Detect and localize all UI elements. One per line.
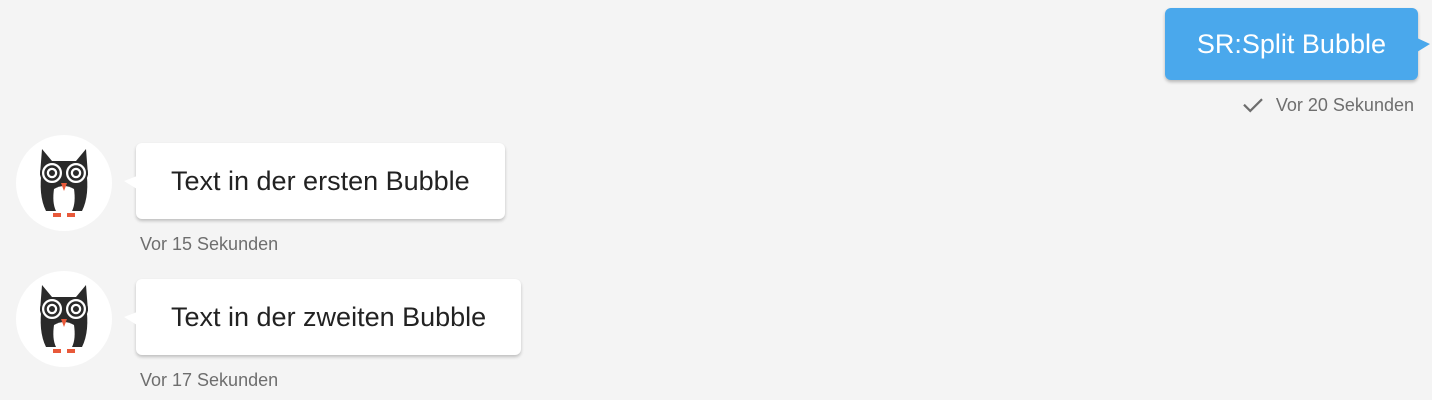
incoming-bubble[interactable]: Text in der zweiten Bubble [124,279,522,355]
outgoing-bubble[interactable]: SR:Split Bubble [1164,8,1430,80]
chat-window: SR:Split Bubble Vor 20 Sekunden Text in … [0,0,1432,400]
incoming-bubble-text: Text in der ersten Bubble [171,166,470,196]
bubble-tail [124,176,137,189]
incoming-timestamp: Vor 17 Sekunden [140,370,279,390]
incoming-message: Text in der zweiten Bubble Vor 17 Sekund… [16,271,522,391]
avatar[interactable] [16,271,112,367]
owl-avatar-icon [40,285,88,353]
owl-avatar-icon [40,149,88,217]
incoming-message: Text in der ersten Bubble Vor 15 Sekunde… [16,135,505,255]
incoming-bubble[interactable]: Text in der ersten Bubble [124,143,505,219]
outgoing-meta: Vor 20 Sekunden [1242,94,1414,116]
incoming-timestamp: Vor 15 Sekunden [140,234,279,254]
check-icon [1243,98,1263,113]
incoming-content: Text in der zweiten Bubble Vor 17 Sekund… [124,279,522,391]
bubble-tail [124,312,137,325]
incoming-content: Text in der ersten Bubble Vor 15 Sekunde… [124,143,505,255]
incoming-bubble-text: Text in der zweiten Bubble [171,302,487,332]
outgoing-timestamp: Vor 20 Sekunden [1275,94,1414,115]
outgoing-message: SR:Split Bubble Vor 20 Sekunden [1164,8,1430,116]
outgoing-bubble-text: SR:Split Bubble [1196,29,1386,59]
bubble-tail [1417,38,1430,52]
avatar[interactable] [16,135,112,231]
